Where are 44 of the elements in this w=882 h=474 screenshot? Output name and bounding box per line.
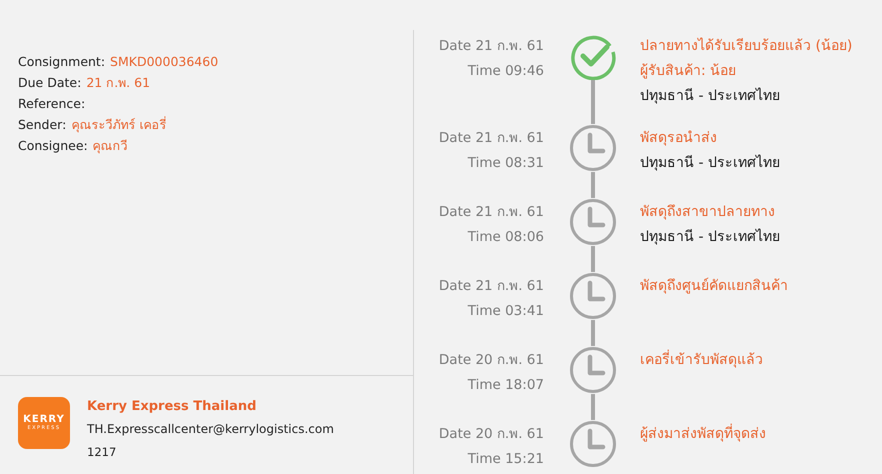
event-location: ปทุมธานี - ประเทศไทย [640,86,781,106]
event-date: Date 20 ก.พ. 61 [438,425,544,444]
event-time: Time 15:21 [466,450,544,469]
event-location: ปทุมธานี - ประเทศไทย [640,228,780,247]
field-label: Consignee: [18,137,88,155]
timeline-connector [591,394,595,420]
event-status: ปลายทางได้รับเรียบร้อยแล้ว (น้อย) [640,36,852,56]
event-status: เคอรี่เข้ารับพัสดุแล้ว [640,348,763,373]
field-label: Reference: [18,95,86,113]
timeline-connector [591,80,595,124]
field-value: SMKD000036460 [110,53,218,71]
field-label: Due Date: [18,74,82,92]
company-phone: 1217 [87,444,118,461]
event-date: Date 21 ก.พ. 61 [438,37,544,56]
field-value: คุณกวี [92,137,128,156]
event-status: ผู้รับสินค้า: น้อย [640,62,738,81]
event-status: พัสดุถึงสาขาปลายทาง [640,203,776,222]
event-time: Time 08:06 [466,228,544,247]
event-date: Date 20 ก.พ. 61 [438,351,544,370]
event-time: Time 18:07 [466,376,544,395]
event-time: Time 09:46 [466,62,544,81]
clock-icon [569,420,617,468]
clock-icon [569,124,617,172]
event-status: พัสดุถึงศูนย์คัดแยกสินค้า [640,276,788,296]
company-email: TH.Expresscallcenter@kerrylogistics.com [87,421,334,438]
event-status: พัสดุรอนำส่ง [640,129,718,148]
field-value: 21 ก.พ. 61 [86,74,150,92]
event-date: Date 21 ก.พ. 61 [438,277,544,296]
event-location: ปทุมธานี - ประเทศไทย [640,154,780,173]
event-status: ผู้ส่งมาส่งพัสดุที่จุดส่ง [640,422,766,447]
event-date: Date 21 ก.พ. 61 [438,129,544,148]
clock-icon [569,198,617,246]
field-label: Consignment: [18,53,106,71]
clock-icon [569,346,617,394]
timeline-connector [591,320,595,346]
company-name: Kerry Express Thailand [87,398,258,416]
clock-icon [569,272,617,320]
timeline-connector [591,246,595,272]
field-value: คุณระวีภัทร์ เคอรี่ [71,115,166,134]
timeline-connector [591,172,595,198]
event-time: Time 03:41 [466,302,544,321]
event-date: Date 21 ก.พ. 61 [438,203,544,222]
event-time: Time 08:31 [466,154,544,173]
field-label: Sender: [18,116,66,134]
